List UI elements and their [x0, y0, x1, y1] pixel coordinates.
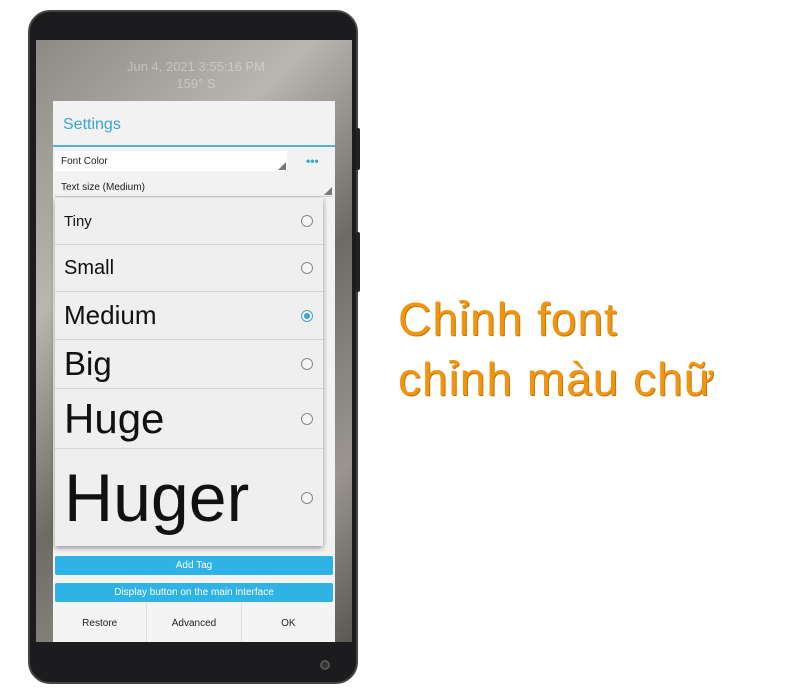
dialog-actions: Restore Advanced OK: [53, 603, 335, 642]
font-color-select[interactable]: Font Color: [55, 151, 287, 171]
option-label: Huger: [64, 459, 250, 536]
option-label: Tiny: [64, 212, 92, 230]
display-button-main-interface-button[interactable]: Display button on the main interface: [55, 583, 333, 602]
option-label: Huge: [64, 394, 165, 442]
option-label: Medium: [64, 300, 157, 330]
dialog-title: Settings: [53, 101, 335, 147]
more-dots-icon[interactable]: •••: [306, 154, 319, 168]
font-color-label: Font Color: [61, 156, 108, 167]
text-size-select[interactable]: Text size (Medium): [55, 177, 333, 197]
option-small[interactable]: Small: [55, 245, 323, 292]
radio-icon[interactable]: [301, 358, 313, 370]
overlay-heading: 159° S: [176, 76, 216, 91]
option-tiny[interactable]: Tiny: [55, 198, 323, 245]
dropdown-arrow-icon: [278, 162, 286, 170]
option-medium[interactable]: Medium: [55, 292, 323, 340]
overlay-datetime: Jun 4, 2021 3:55:16 PM: [126, 59, 266, 74]
power-button: [356, 232, 360, 292]
ok-button[interactable]: OK: [242, 603, 335, 642]
radio-icon[interactable]: [301, 412, 313, 425]
caption-line-1: Chỉnh font: [398, 293, 618, 345]
volume-button: [356, 128, 360, 170]
option-huge[interactable]: Huge: [55, 389, 323, 449]
option-huger[interactable]: Huger: [55, 449, 323, 546]
dropdown-arrow-icon: [324, 187, 332, 195]
add-tag-button[interactable]: Add Tag: [55, 556, 333, 575]
caption-line-2: chỉnh màu chữ: [398, 353, 716, 405]
option-label: Big: [64, 345, 112, 382]
radio-icon[interactable]: [301, 262, 313, 274]
option-label: Small: [64, 256, 115, 279]
text-size-options-list: Tiny Small Medium Big Huge Huger: [55, 198, 323, 546]
advanced-button[interactable]: Advanced: [147, 603, 242, 642]
background-overlay: Jun 4, 2021 3:55:16 PM 159° S: [121, 58, 271, 92]
radio-icon[interactable]: [301, 491, 313, 504]
radio-selected-icon[interactable]: [301, 309, 313, 322]
camera-icon: [320, 660, 330, 670]
radio-icon[interactable]: [301, 215, 313, 227]
restore-button[interactable]: Restore: [53, 603, 148, 642]
option-big[interactable]: Big: [55, 340, 323, 389]
text-size-label: Text size (Medium): [61, 182, 145, 193]
